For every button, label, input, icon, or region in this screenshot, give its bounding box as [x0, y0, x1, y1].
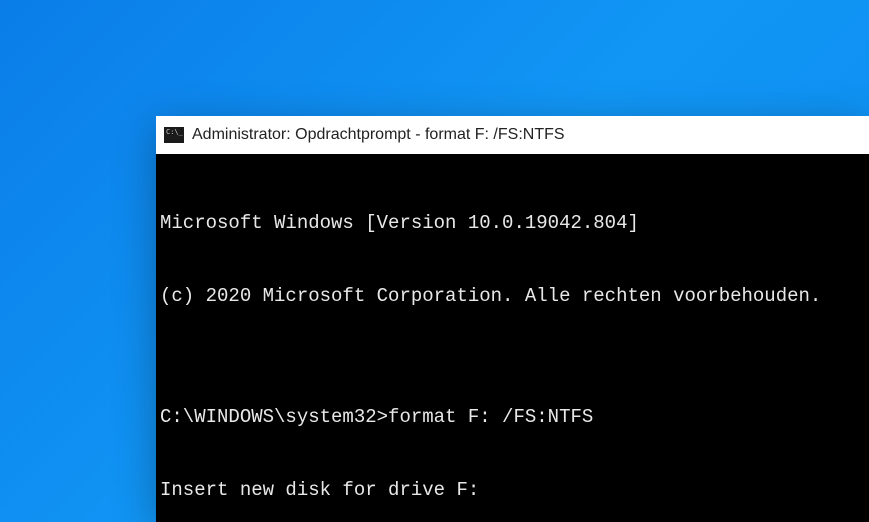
- command-prompt-window: Administrator: Opdrachtprompt - format F…: [156, 116, 869, 522]
- terminal-output[interactable]: Microsoft Windows [Version 10.0.19042.80…: [156, 154, 869, 522]
- titlebar[interactable]: Administrator: Opdrachtprompt - format F…: [156, 116, 869, 154]
- terminal-line: C:\WINDOWS\system32>format F: /FS:NTFS: [160, 405, 865, 429]
- terminal-line: Insert new disk for drive F:: [160, 478, 865, 502]
- terminal-line: (c) 2020 Microsoft Corporation. Alle rec…: [160, 284, 865, 308]
- terminal-line: Microsoft Windows [Version 10.0.19042.80…: [160, 211, 865, 235]
- cmd-icon: [164, 127, 184, 143]
- window-title: Administrator: Opdrachtprompt - format F…: [192, 126, 565, 144]
